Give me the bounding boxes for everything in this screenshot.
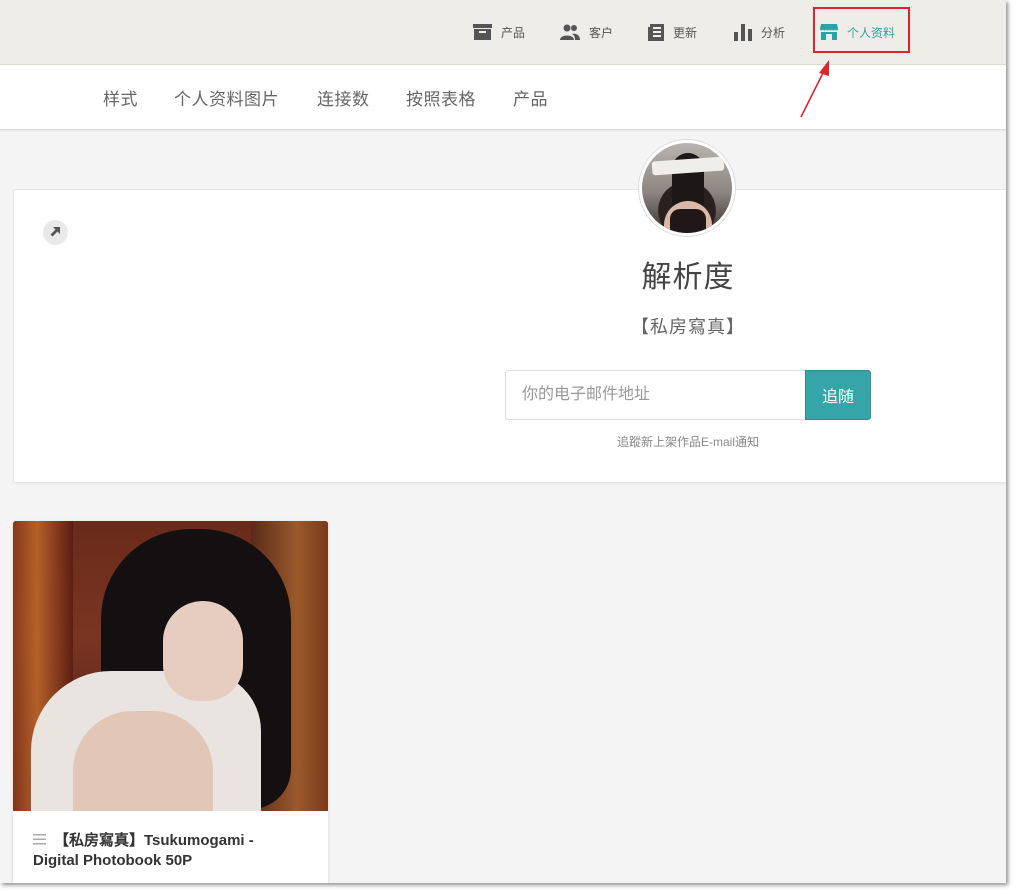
top-nav-products-label: 产品	[501, 25, 526, 40]
archive-box-icon	[473, 24, 492, 40]
drag-handle-icon[interactable]	[33, 831, 46, 851]
top-nav-updates-label: 更新	[673, 25, 698, 40]
top-nav-updates[interactable]: 更新	[648, 19, 697, 45]
users-icon	[560, 24, 580, 40]
sub-nav-profile-image[interactable]: 个人资料图片	[174, 85, 279, 110]
arrow-up-right-icon	[50, 224, 61, 242]
annotation-arrow	[800, 60, 829, 118]
expand-button[interactable]	[43, 220, 68, 245]
top-nav-bar: 产品 客户 更新 分析 个人资料	[0, 0, 1006, 65]
product-card[interactable]: 【私房寫真】Tsukumogami - Digital Photobook 50…	[13, 521, 328, 883]
storefront-icon	[820, 24, 838, 40]
sub-nav-style[interactable]: 样式	[103, 85, 138, 110]
email-input[interactable]	[505, 370, 806, 420]
top-nav-customers[interactable]: 客户	[560, 19, 613, 45]
top-nav-analytics-label: 分析	[761, 25, 786, 40]
sub-nav-forms[interactable]: 按照表格	[406, 85, 476, 110]
product-image[interactable]	[13, 521, 328, 811]
product-title-line2: Digital Photobook 50P	[33, 852, 193, 870]
bar-chart-icon	[734, 23, 752, 41]
profile-name: 解析度	[641, 261, 735, 294]
follow-button[interactable]: 追随	[805, 370, 871, 420]
top-nav-products[interactable]: 产品	[473, 19, 525, 45]
profile-subtitle: 【私房寫真】	[631, 317, 745, 337]
sub-nav-connections[interactable]: 连接数	[317, 85, 370, 110]
sub-nav-bar: 样式 个人资料图片 连接数 按照表格 产品	[0, 65, 1006, 130]
app-frame: 产品 客户 更新 分析 个人资料 样式 个人资料图片 连接数 按照表格 产品 解…	[0, 0, 1006, 883]
top-nav-customers-label: 客户	[589, 25, 614, 40]
follow-note: 追蹤新上架作品E-mail通知	[616, 435, 759, 449]
product-title-line1: 【私房寫真】Tsukumogami -	[54, 832, 254, 849]
top-nav-profile[interactable]: 个人资料	[820, 19, 895, 45]
sub-nav-products[interactable]: 产品	[513, 85, 548, 110]
avatar-image	[642, 143, 732, 233]
profile-avatar[interactable]	[638, 139, 736, 237]
top-nav-analytics[interactable]: 分析	[734, 19, 785, 45]
top-nav-profile-label: 个人资料	[847, 25, 896, 40]
product-title[interactable]: 【私房寫真】Tsukumogami - Digital Photobook 50…	[33, 831, 308, 871]
profile-card	[13, 189, 1006, 483]
news-icon	[648, 23, 664, 41]
